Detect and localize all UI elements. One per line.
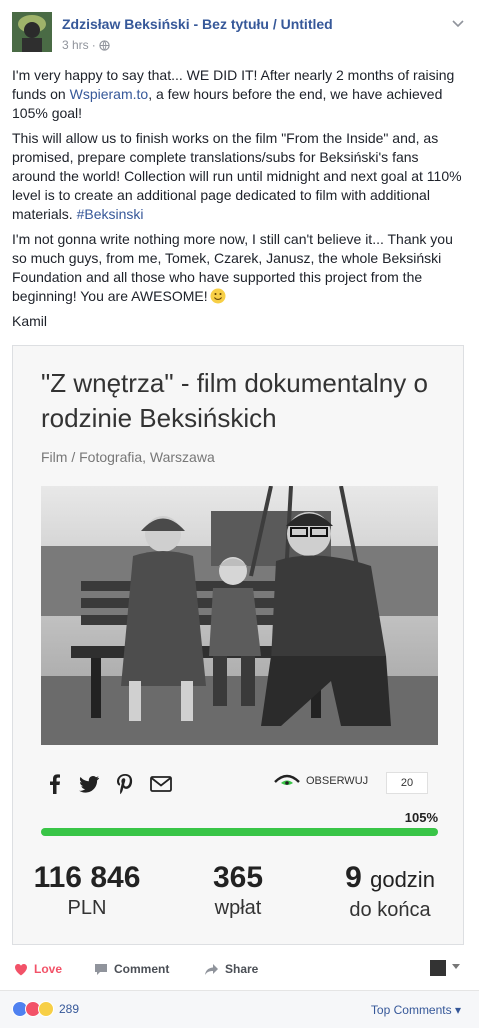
progress-fill: [41, 828, 438, 836]
reaction-count[interactable]: 289: [59, 1002, 79, 1016]
pinterest-icon[interactable]: [113, 772, 137, 796]
post-actions: Love Comment Share: [12, 958, 464, 982]
caret-small-icon: ▾: [454, 1003, 461, 1017]
reaction-summary[interactable]: 289: [12, 1001, 79, 1017]
comment-button[interactable]: Comment: [94, 962, 169, 976]
meta-separator: ·: [91, 38, 96, 52]
family-photo[interactable]: [41, 486, 438, 745]
stat-time-number: 9: [345, 861, 362, 894]
card-subtitle: Film / Fotografia, Warszawa: [41, 449, 215, 465]
card-share-row: OBSERWUJ 20: [41, 770, 438, 800]
email-icon[interactable]: [149, 772, 173, 796]
observe-count: 20: [386, 772, 428, 794]
progress-percent: 105%: [404, 810, 438, 825]
caret-down-icon[interactable]: [452, 964, 460, 969]
post-author[interactable]: Zdzisław Beksiński - Bez tytułu / Untitl…: [62, 16, 333, 32]
observe-button[interactable]: OBSERWUJ: [274, 774, 368, 788]
globe-icon: [99, 39, 110, 51]
post-paragraph: This will allow us to finish works on th…: [12, 129, 464, 224]
link-preview-card[interactable]: "Z wnętrza" - film dokumentalny o rodzin…: [12, 345, 464, 945]
stat-amount-value: 116 846: [33, 861, 141, 894]
hashtag-link[interactable]: #Beksinski: [77, 206, 144, 222]
facebook-icon[interactable]: [43, 772, 67, 796]
twitter-icon[interactable]: [77, 772, 101, 796]
comment-label: Comment: [114, 962, 170, 976]
stat-payments: 365 wpłat: [161, 861, 315, 921]
top-comments-dropdown[interactable]: Top Comments ▾: [371, 1003, 461, 1017]
stat-payments-value: 365: [212, 861, 264, 894]
wspieram-link[interactable]: Wspieram.to: [70, 86, 149, 102]
eye-icon: [274, 774, 300, 785]
share-arrow-icon: [205, 963, 218, 975]
observe-label: OBSERWUJ: [306, 775, 369, 787]
post-paragraph: I'm not gonna write nothing more now, I …: [12, 230, 464, 306]
reactions-bar: 289 Top Comments ▾: [0, 990, 479, 1028]
post-paragraph: I'm very happy to say that... WE DID IT!…: [12, 66, 464, 123]
stat-time-label: do końca: [349, 899, 431, 921]
page-avatar[interactable]: [12, 12, 52, 52]
progress-bar: [41, 828, 438, 836]
love-label: Love: [34, 962, 63, 976]
stat-time-unit: godzin: [370, 867, 435, 892]
post-header: Zdzisław Beksiński - Bez tytułu / Untitl…: [12, 12, 469, 56]
top-comments-label: Top Comments: [370, 1003, 452, 1017]
stat-time-left: 9 godzin do końca: [315, 861, 465, 923]
post-time[interactable]: 3 hrs: [62, 38, 89, 52]
card-title[interactable]: "Z wnętrza" - film dokumentalny o rodzin…: [41, 366, 441, 436]
share-button[interactable]: Share: [204, 962, 258, 976]
heart-icon: [15, 963, 27, 975]
wow-reaction-icon: [38, 1001, 54, 1017]
comment-as-avatar[interactable]: [430, 960, 446, 976]
stat-amount-label: PLN: [67, 897, 107, 919]
comment-icon: [95, 963, 107, 975]
post-body: I'm very happy to say that... WE DID IT!…: [12, 66, 464, 337]
share-label: Share: [225, 962, 259, 976]
stat-amount: 116 846 PLN: [13, 861, 161, 921]
stat-time-value: 9 godzin: [315, 861, 465, 897]
text-span: I'm not gonna write nothing more now, I …: [12, 231, 453, 304]
smile-emoji-icon: [210, 288, 226, 304]
chevron-down-icon[interactable]: [451, 16, 465, 30]
post-meta: 3 hrs ·: [62, 38, 110, 52]
stat-payments-label: wpłat: [214, 897, 262, 919]
love-button[interactable]: Love: [14, 962, 62, 976]
post-signature: Kamil: [12, 313, 48, 329]
